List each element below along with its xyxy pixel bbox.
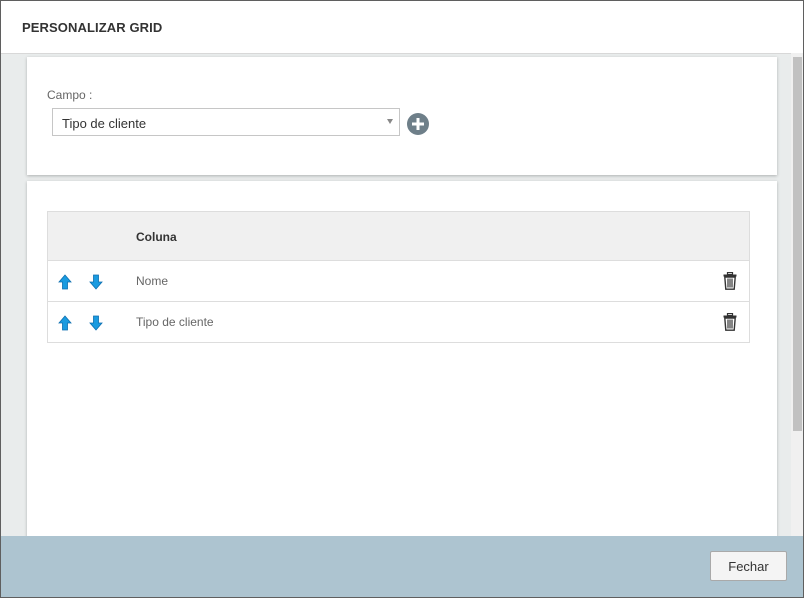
dialog-footer: Fechar	[1, 536, 803, 597]
row-label: Tipo de cliente	[136, 315, 214, 329]
arrow-down-icon[interactable]	[89, 315, 103, 331]
close-button[interactable]: Fechar	[710, 551, 787, 581]
arrow-down-icon[interactable]	[89, 274, 103, 290]
field-label: Campo :	[47, 88, 93, 102]
table-row: Tipo de cliente	[48, 302, 749, 342]
dialog-header: PERSONALIZAR GRID	[1, 1, 803, 54]
scrollbar-thumb[interactable]	[793, 57, 802, 431]
personalize-grid-dialog: PERSONALIZAR GRID Campo : Tipo de client…	[0, 0, 804, 598]
field-card: Campo : Tipo de cliente	[27, 57, 777, 175]
field-select-value: Tipo de cliente	[62, 116, 147, 131]
dialog-title: PERSONALIZAR GRID	[22, 20, 163, 35]
table-row: Nome	[48, 261, 749, 302]
table-header: Coluna	[48, 212, 749, 261]
grid-card: Coluna Nome Tipo de cliente	[27, 181, 777, 561]
arrow-up-icon[interactable]	[58, 315, 72, 331]
trash-icon[interactable]	[723, 313, 737, 331]
add-field-button[interactable]	[407, 113, 429, 135]
trash-icon[interactable]	[723, 272, 737, 290]
row-label: Nome	[136, 274, 169, 288]
plus-circle-icon	[412, 118, 424, 130]
chevron-down-icon	[387, 119, 393, 124]
field-select[interactable]: Tipo de cliente	[52, 108, 400, 136]
column-header: Coluna	[136, 230, 177, 244]
arrow-up-icon[interactable]	[58, 274, 72, 290]
columns-table: Coluna Nome Tipo de cliente	[47, 211, 750, 343]
